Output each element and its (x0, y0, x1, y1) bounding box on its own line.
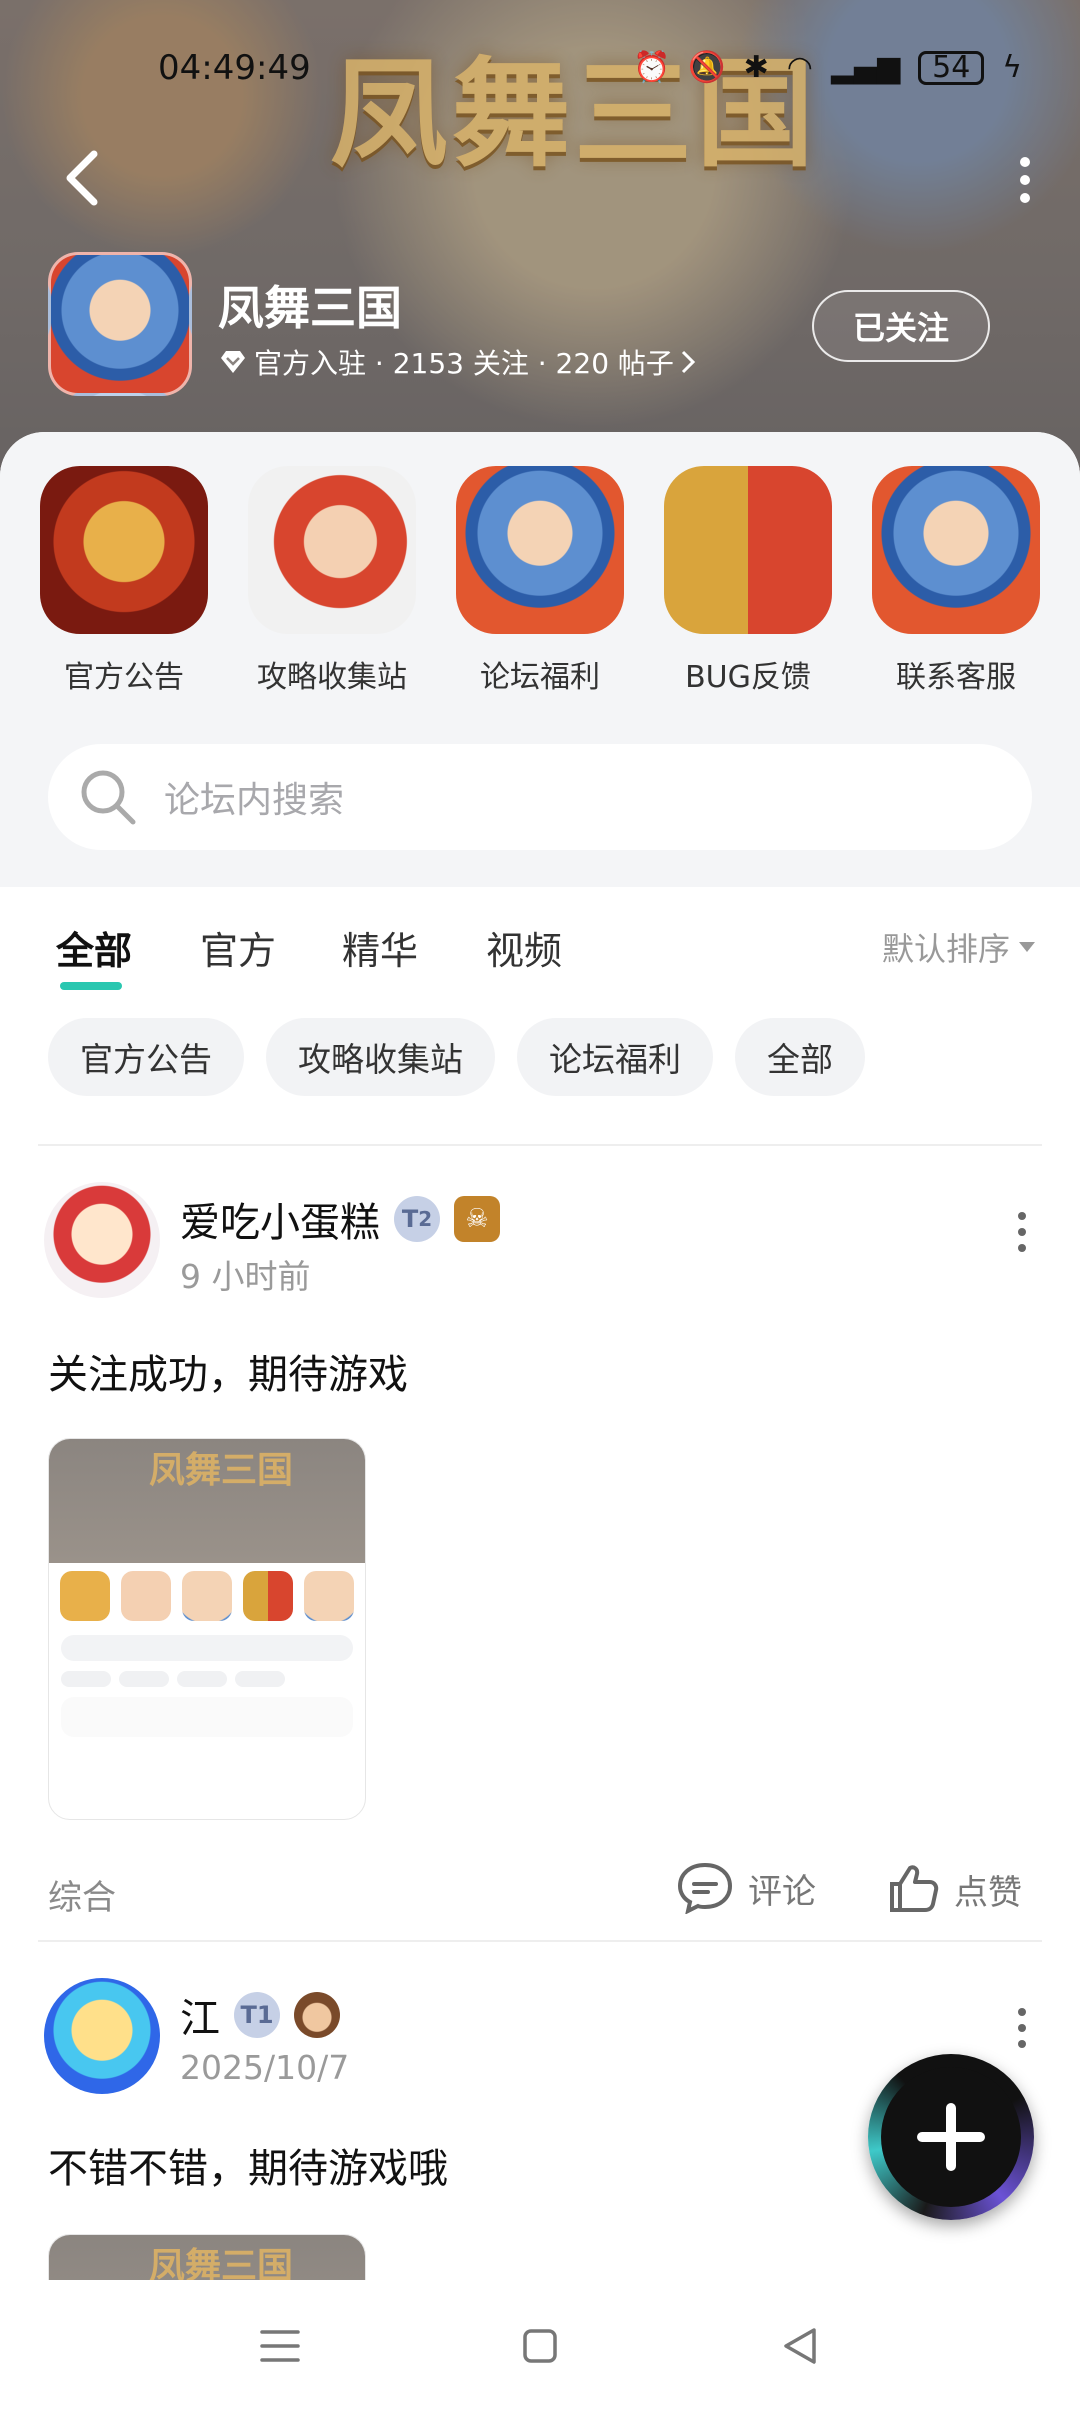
quick-link-welfare[interactable]: 论坛福利 (450, 466, 630, 706)
more-dot-icon (1018, 2008, 1026, 2016)
like-button[interactable]: 点赞 (886, 1862, 1022, 1916)
game-meta-text: 官方入驻 · 2153 关注 · 220 帖子 (254, 347, 674, 380)
more-options-button[interactable] (1000, 150, 1050, 210)
quick-link-support[interactable]: 联系客服 (866, 466, 1046, 706)
bluetooth-icon: ✱ (743, 50, 769, 85)
avatar[interactable] (44, 1978, 160, 2094)
game-info: 凤舞三国 官方入驻 · 2153 关注 · 220 帖子 已关注 (48, 252, 1038, 402)
more-dot-icon (1020, 157, 1030, 167)
mute-icon: 🔕 (688, 50, 726, 85)
status-icons: ⏰ 🔕 ✱ ◠ ▂▄▆ 54 ϟ (633, 50, 1022, 85)
recent-apps-button[interactable] (254, 2320, 306, 2372)
game-name: 凤舞三国 (218, 281, 402, 335)
quick-links: 官方公告 攻略收集站 论坛福利 BUG反馈 联系客服 (34, 466, 1046, 706)
tab-all[interactable]: 全部 (56, 920, 132, 975)
post-author[interactable]: 爱吃小蛋糕 T2 ☠ (180, 1190, 500, 1248)
screenshot-header: 凤舞三国 (49, 1439, 365, 1563)
level-badge-icon: T2 (394, 1196, 440, 1242)
square-icon (523, 2329, 557, 2363)
announcement-icon (40, 466, 208, 634)
system-nav-bar (0, 2280, 1080, 2412)
quick-link-bug-report[interactable]: BUG反馈 (658, 466, 838, 706)
tab-video[interactable]: 视频 (486, 920, 562, 975)
character-badge-icon (294, 1992, 340, 2038)
tab-featured[interactable]: 精华 (342, 920, 418, 975)
charging-icon: ϟ (1002, 50, 1022, 85)
search-placeholder: 论坛内搜索 (164, 780, 345, 821)
post-more-button[interactable] (1012, 1202, 1032, 1262)
quick-link-announcement[interactable]: 官方公告 (34, 466, 214, 706)
back-nav-button[interactable] (774, 2320, 826, 2372)
screenshot-search (61, 1635, 353, 1661)
status-time: 04:49:49 (158, 48, 311, 88)
thumbs-up-icon (890, 1865, 939, 1912)
category-chips: 官方公告 攻略收集站 论坛福利 全部 (48, 1018, 865, 1098)
guides-icon (248, 466, 416, 634)
game-icon[interactable] (48, 252, 192, 396)
comment-button[interactable]: 评论 (676, 1862, 816, 1914)
battery-icon: 54 (918, 50, 985, 85)
game-meta-link[interactable]: 官方入驻 · 2153 关注 · 220 帖子 (218, 342, 696, 382)
forum-top-area: 官方公告 攻略收集站 论坛福利 BUG反馈 联系客服 论坛内搜索 (0, 432, 1080, 887)
divider (38, 1940, 1042, 1942)
chip-announcement[interactable]: 官方公告 (48, 1018, 244, 1096)
bug-report-icon (664, 466, 832, 634)
screenshot-logo: 凤舞三国 (149, 1449, 294, 1491)
tab-official[interactable]: 官方 (200, 920, 276, 975)
status-bar: 04:49:49 ⏰ 🔕 ✱ ◠ ▂▄▆ 54 ϟ (0, 44, 1080, 94)
signal-icon: ▂▄▆ (830, 50, 901, 85)
comment-icon (677, 1862, 733, 1914)
post-footer: 综合 评论 点赞 (0, 1858, 1080, 1928)
post-image[interactable]: 凤舞三国 (48, 1438, 366, 1820)
plus-icon (917, 2103, 985, 2171)
wifi-icon: ◠ (786, 50, 813, 85)
create-post-button[interactable] (868, 2054, 1034, 2220)
post-category: 综合 (48, 1878, 116, 1918)
chip-welfare[interactable]: 论坛福利 (517, 1018, 713, 1096)
follow-button[interactable]: 已关注 (812, 290, 990, 362)
post-content: 关注成功，期待游戏 (48, 1352, 408, 1398)
chip-guides[interactable]: 攻略收集站 (266, 1018, 495, 1096)
chip-all[interactable]: 全部 (735, 1018, 865, 1096)
screenshot-post (61, 1697, 353, 1737)
alarm-icon: ⏰ (632, 50, 671, 85)
level-badge-icon: T1 (234, 1992, 280, 2038)
post-time: 2025/10/7 (180, 2048, 350, 2087)
screenshot-icons (49, 1563, 365, 1629)
post-more-button[interactable] (1012, 1998, 1032, 2058)
support-icon (872, 466, 1040, 634)
active-tab-indicator (60, 982, 122, 990)
chevron-left-icon (66, 150, 98, 206)
post-author[interactable]: 江 T1 (180, 1986, 340, 2044)
post-content: 不错不错，期待游戏哦 (48, 2146, 448, 2192)
menu-icon (260, 2330, 300, 2362)
sort-dropdown[interactable]: 默认排序 (882, 924, 1036, 970)
search-icon (78, 767, 138, 827)
skull-badge-icon: ☠ (454, 1196, 500, 1242)
chevron-right-icon (681, 350, 696, 374)
sort-label: 默认排序 (881, 930, 1010, 968)
divider (38, 1144, 1042, 1146)
back-button[interactable] (52, 148, 112, 208)
welfare-icon (456, 466, 624, 634)
screenshot-chips (49, 1667, 365, 1691)
caret-down-icon (1019, 942, 1035, 952)
more-dot-icon (1018, 1212, 1026, 1220)
home-button[interactable] (514, 2320, 566, 2372)
triangle-back-icon (784, 2328, 816, 2364)
quick-link-guides[interactable]: 攻略收集站 (242, 466, 422, 706)
avatar[interactable] (44, 1182, 160, 1298)
filter-tabs: 全部 官方 精华 视频 默认排序 (56, 920, 1036, 1000)
post-time: 9 小时前 (180, 1257, 311, 1296)
forum-search-input[interactable]: 论坛内搜索 (48, 744, 1032, 850)
verified-diamond-icon (221, 351, 245, 373)
